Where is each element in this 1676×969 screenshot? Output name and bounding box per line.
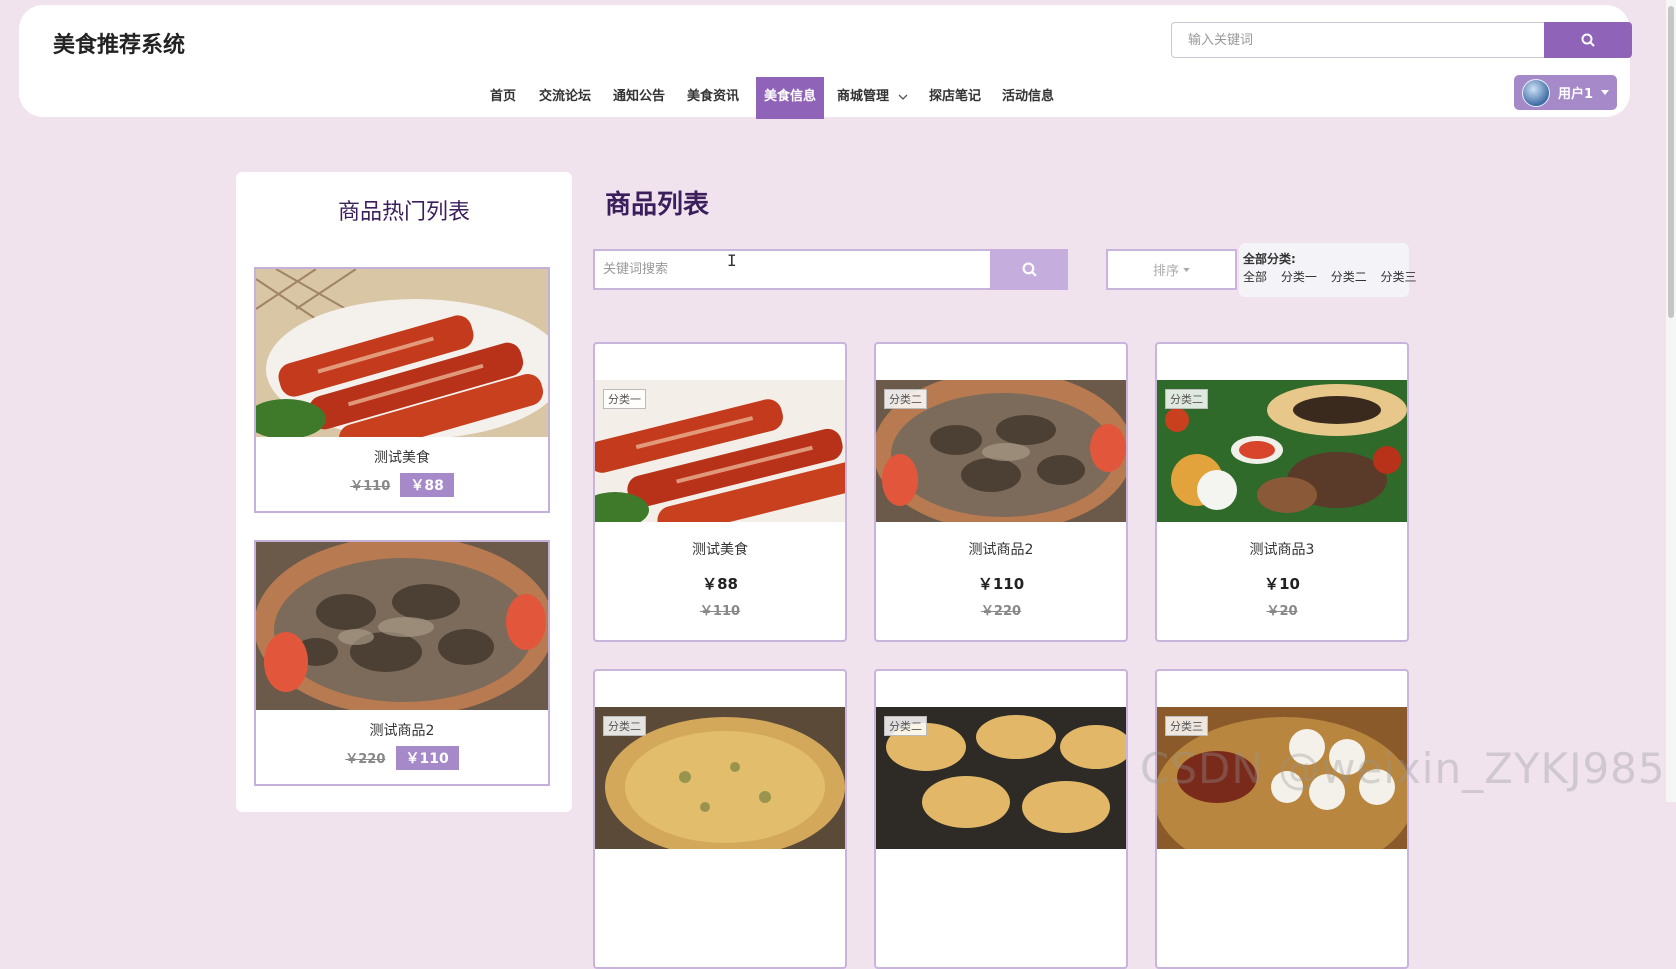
page-scrollbar[interactable] [1666,0,1676,802]
caret-down-icon [1601,90,1610,95]
category-tag: 分类二 [884,389,927,409]
product-card[interactable]: 分类一 测试美食 ￥88 ￥110 [593,342,847,642]
nav-shop-manage-label: 商城管理 [837,89,890,104]
header-bar: 美食推荐系统 首页 交流论坛 通知公告 美食资讯 美食信息 商城管理 探店笔记 … [19,5,1632,119]
top-search-button[interactable] [1544,22,1632,58]
hot-products-panel: 商品热门列表 测试美食 ￥110 ￥88 测试商品2 ￥220 ￥110 [236,172,572,812]
product-card[interactable]: 分类三 [1155,669,1409,969]
category-options: 全部 分类一 分类二 分类三 [1243,268,1427,285]
watermark: CSDN @weixin_ZYKJ985 [1140,744,1666,793]
price-badge: ￥110 [395,746,459,770]
product-search-button[interactable] [990,249,1068,290]
category-3[interactable]: 分类三 [1381,270,1417,284]
product-list-title: 商品列表 [605,190,710,220]
nav-shop-notes[interactable]: 探店笔记 [929,77,981,117]
top-search-input[interactable] [1171,22,1544,58]
product-name: 测试商品3 [1249,542,1315,558]
avatar [1522,78,1550,107]
hot-product-prices: ￥220 ￥110 [256,746,548,770]
price-badge: ￥88 [400,473,454,497]
nav-activity[interactable]: 活动信息 [1002,77,1054,117]
product-old-price: ￥20 [1266,604,1298,619]
product-name: 测试商品2 [968,542,1034,558]
hot-product-card[interactable]: 测试美食 ￥110 ￥88 [254,267,550,513]
product-card[interactable]: 分类二 测试商品3 ￥10 ￥20 [1155,342,1409,642]
hot-product-prices: ￥110 ￥88 [256,473,548,497]
product-price: ￥88 [702,575,738,593]
search-icon [1022,262,1037,277]
product-card[interactable]: 分类二 测试商品2 ￥110 ￥220 [874,342,1128,642]
product-search-input[interactable] [593,249,990,290]
scrollbar-thumb[interactable] [1668,6,1674,318]
category-all[interactable]: 全部 [1243,270,1267,284]
nav-forum[interactable]: 交流论坛 [539,77,591,117]
chevron-down-icon [898,94,908,100]
old-price: ￥220 [345,752,386,767]
caret-down-icon [1183,267,1190,272]
user-name: 用户1 [1558,87,1594,102]
category-filter: 全部分类: 全部 分类一 分类二 分类三 [1239,243,1417,297]
product-search [593,249,1068,290]
hot-products-title: 商品热门列表 [337,200,470,225]
food-image [256,269,548,437]
category-2[interactable]: 分类二 [1331,270,1367,284]
main-nav: 首页 交流论坛 通知公告 美食资讯 美食信息 商城管理 探店笔记 活动信息 [19,77,1630,121]
category-1[interactable]: 分类一 [1281,270,1317,284]
category-tag: 分类三 [1165,716,1208,736]
nav-home[interactable]: 首页 [490,77,516,117]
product-old-price: ￥110 [699,604,741,619]
top-search [1171,22,1632,58]
product-card[interactable]: 分类二 [874,669,1128,969]
category-tag: 分类二 [1165,389,1208,409]
product-price: ￥10 [1264,575,1300,593]
category-tag: 分类二 [884,716,927,736]
hot-product-name: 测试美食 [374,450,430,466]
nav-shop-manage[interactable]: 商城管理 [837,77,908,117]
food-image [256,542,548,710]
category-tag: 分类一 [603,389,646,409]
hot-product-card[interactable]: 测试商品2 ￥220 ￥110 [254,540,550,786]
sort-label: 排序 [1152,264,1179,279]
sort-button[interactable]: 排序 [1106,249,1237,290]
hot-product-name: 测试商品2 [369,723,435,739]
category-label: 全部分类: [1243,252,1296,266]
nav-food-news[interactable]: 美食资讯 [687,77,739,117]
nav-notice[interactable]: 通知公告 [613,77,665,117]
product-price: ￥110 [977,575,1025,593]
old-price: ￥110 [350,479,391,494]
text-cursor-icon: I [727,251,737,270]
site-title: 美食推荐系统 [53,33,186,58]
product-name: 测试美食 [692,542,748,558]
search-icon [1581,33,1595,47]
product-card[interactable]: 分类二 [593,669,847,969]
nav-food-info[interactable]: 美食信息 [756,77,825,119]
product-old-price: ￥220 [980,604,1022,619]
user-menu-button[interactable]: 用户1 [1514,75,1617,110]
category-tag: 分类二 [603,716,646,736]
